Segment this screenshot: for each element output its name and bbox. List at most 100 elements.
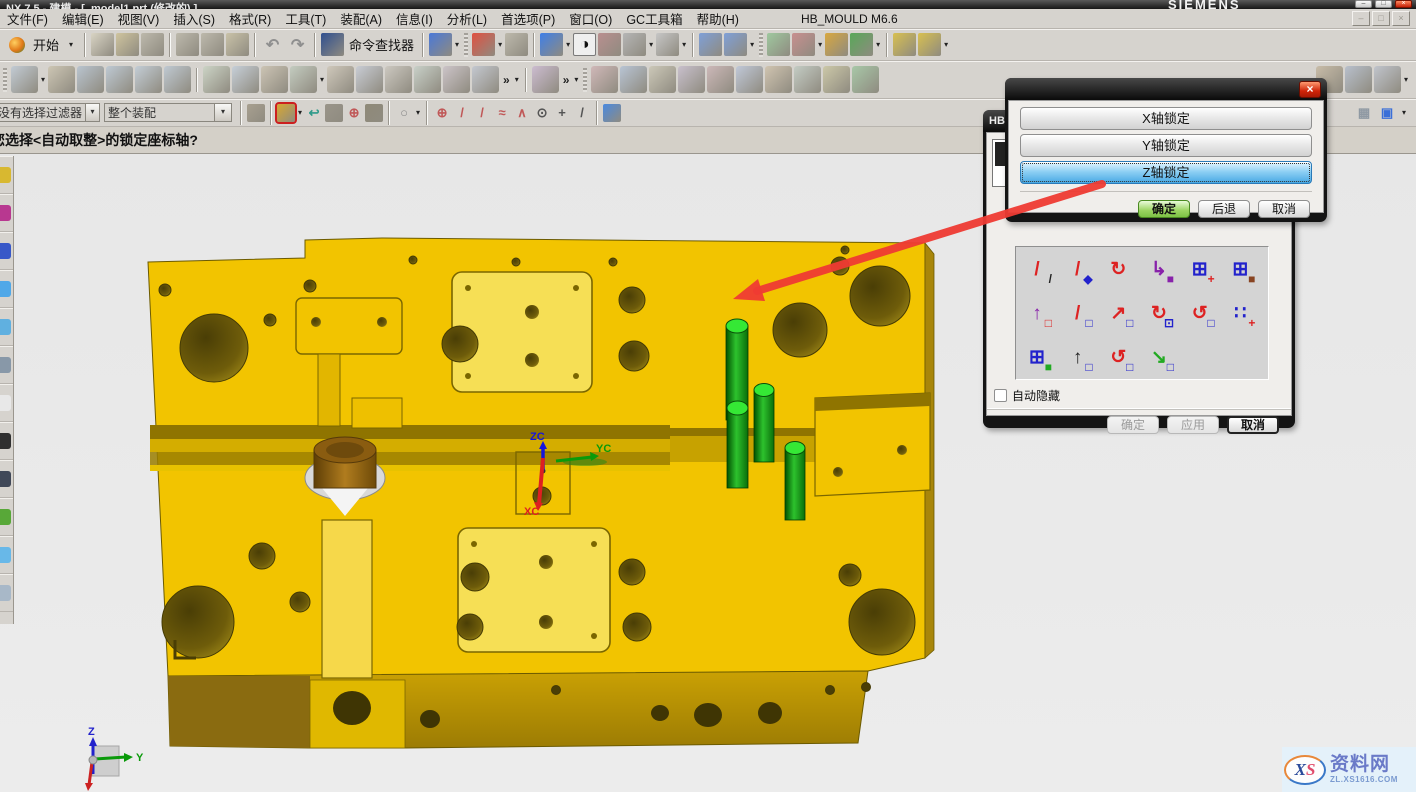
feature-caret[interactable]: ▾ [513,75,521,84]
pin-view-icon[interactable] [598,33,621,56]
child-restore-button[interactable]: □ [1372,11,1390,26]
shaded-view-icon[interactable] [540,33,563,56]
split-window-icon[interactable] [724,33,747,56]
axis-dialog-titlebar[interactable]: × [1005,78,1327,100]
snap-point-toggle-icon[interactable] [277,104,295,122]
undo-icon[interactable]: ↶ [261,33,284,56]
measure-caret[interactable]: ▾ [942,40,950,49]
menu-item-4[interactable]: 插入(S) [166,12,222,28]
shaded-cube-small-icon[interactable] [603,104,621,122]
lasso-icon[interactable]: ○ [395,104,413,122]
rect-array-copy-icon[interactable]: ⊞■ [1223,249,1257,289]
snap-vertex-icon[interactable]: ∧ [513,104,531,122]
menu-item-10[interactable]: 首选项(P) [494,12,562,28]
fit-view-icon[interactable]: ▣ [1378,104,1396,122]
palette-icon[interactable] [825,33,848,56]
axis-lock-button-x[interactable]: X轴锁定 [1020,107,1312,130]
close-button[interactable]: × [1395,0,1412,8]
wcs-caret[interactable]: ▾ [816,40,824,49]
grab-view-icon[interactable] [365,104,383,122]
cut-icon[interactable] [176,33,199,56]
boss-icon[interactable] [135,66,162,93]
history-tab[interactable] [0,346,13,384]
snap-handle-icon[interactable]: ⊕ [433,104,451,122]
datum-csys-icon[interactable] [203,66,230,93]
ghost-cube-icon[interactable] [623,33,646,56]
menu-item-3[interactable]: 视图(V) [111,12,167,28]
snap-caret[interactable]: ▾ [296,108,304,117]
emboss-body-icon[interactable] [1345,66,1372,93]
move-to-line-icon[interactable]: ↗□ [1101,293,1135,333]
sketch-icon[interactable] [48,66,75,93]
menu-item-5[interactable]: 格式(R) [222,12,278,28]
save-icon[interactable] [141,33,164,56]
menu-item-8[interactable]: 信息(I) [389,12,440,28]
info-window-icon[interactable] [429,33,452,56]
menu-item-7[interactable]: 装配(A) [333,12,389,28]
fill-array-icon[interactable]: ⊞■ [1020,337,1054,377]
unite-icon[interactable] [327,66,354,93]
wave-caret[interactable]: ▾ [572,75,580,84]
checkered-flag-icon[interactable]: ▦ [1355,104,1373,122]
feature-bar-caret[interactable]: ▾ [1402,75,1410,84]
selection-filter-dropdown[interactable]: 没有选择过滤器 ▾ [0,103,100,122]
deselect-all-icon[interactable] [325,104,343,122]
snap-curve-icon[interactable]: ≈ [493,104,511,122]
image-tab[interactable] [0,536,13,574]
notes-tab[interactable] [0,384,13,422]
menu-item-13[interactable]: 帮助(H) [690,12,746,28]
pocket-icon[interactable] [164,66,191,93]
rect-array-icon[interactable]: ⊞+ [1183,249,1217,289]
shell-icon[interactable] [414,66,441,93]
snap-glasses-icon[interactable] [247,104,265,122]
axis-cancel-button[interactable]: 取消 [1258,200,1310,218]
background-icon[interactable] [656,33,679,56]
move-face-icon[interactable] [261,66,288,93]
wave-link-icon[interactable] [532,66,559,93]
menu-item-9[interactable]: 分析(L) [440,12,494,28]
measure-distance-icon[interactable] [893,33,916,56]
web-browser-tab[interactable] [0,308,13,346]
new-file-icon[interactable] [91,33,114,56]
patch-icon[interactable] [823,66,850,93]
translate-icon[interactable]: // [1020,249,1054,289]
menu-item-11[interactable]: 窗口(O) [562,12,619,28]
selection-scope-dropdown[interactable]: 整个装配 ▾ [104,103,232,122]
chamfer-icon[interactable] [472,66,499,93]
axis-lock-button-y[interactable]: Y轴锁定 [1020,134,1312,157]
open-folder-icon[interactable] [116,33,139,56]
undo-selection-icon[interactable]: ↩ [305,104,323,122]
datum-caret[interactable]: ▾ [39,75,47,84]
ghost-caret[interactable]: ▾ [647,40,655,49]
feature-overflow[interactable]: » [500,73,513,87]
split-body-icon[interactable] [620,66,647,93]
rotate-vector-icon[interactable]: ↳■ [1142,249,1176,289]
background-caret[interactable]: ▾ [680,40,688,49]
rotate-angle-icon[interactable]: ↻ [1101,249,1135,289]
view-bar-caret[interactable]: ▾ [1400,108,1408,117]
sync-modeling-icon[interactable] [290,66,317,93]
snap-on-line-icon[interactable]: / [473,104,491,122]
display-mode-icon[interactable]: ◑ [573,33,596,56]
reuse-library-tab[interactable] [0,270,13,308]
rotate-copy-icon[interactable]: ↺□ [1101,337,1135,377]
sew-icon[interactable] [794,66,821,93]
transform-apply-button[interactable]: 应用 [1167,416,1219,434]
transform-cancel-button[interactable]: 取消 [1227,416,1279,434]
brush-tab[interactable] [0,460,13,498]
hole-icon[interactable] [106,66,133,93]
curve-tool-icon[interactable] [852,66,879,93]
autohide-checkbox[interactable] [994,389,1007,402]
info-caret[interactable]: ▾ [453,40,461,49]
sheet-body-icon[interactable] [736,66,763,93]
subtract-icon[interactable] [356,66,383,93]
datum-plane-icon[interactable] [11,66,38,93]
shaded-caret[interactable]: ▾ [564,40,572,49]
mirror-vector-icon[interactable]: ↘□ [1142,337,1176,377]
pen-tab[interactable] [0,422,13,460]
window-caret[interactable]: ▾ [748,40,756,49]
move-vertical-icon[interactable]: ↑□ [1061,337,1095,377]
constraint-navigator-tab[interactable] [0,194,13,232]
command-finder-icon[interactable] [321,33,344,56]
axis-ok-button[interactable]: 确定 [1138,200,1190,218]
